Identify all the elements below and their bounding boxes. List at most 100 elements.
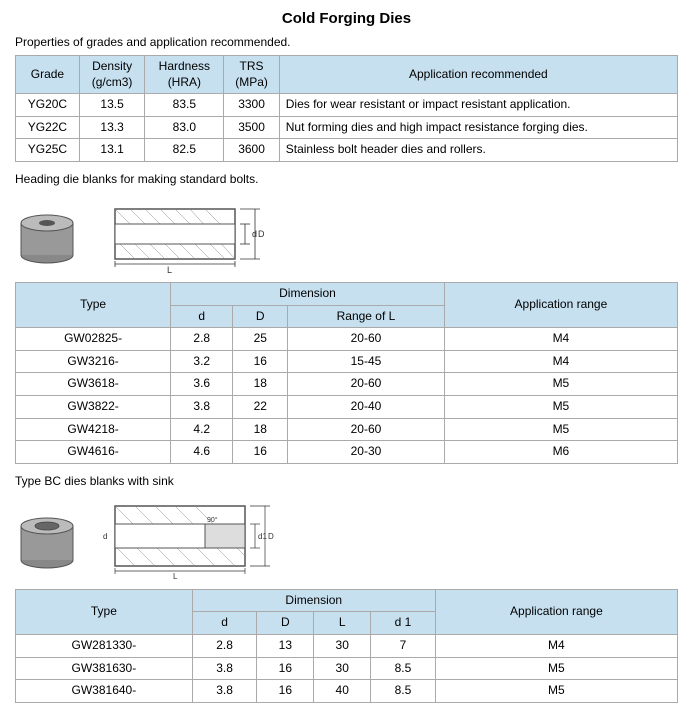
hd-type-header: Type [16,282,171,327]
svg-text:D: D [258,229,265,239]
type-bc-label: Type BC dies blanks with sink [15,474,678,488]
table-cell: 3.2 [171,350,233,373]
table-cell: 30 [314,657,371,680]
grade-col-header: Grade [16,56,80,94]
table-cell: 20-40 [288,395,445,418]
table-cell: 4.2 [171,418,233,441]
table-cell: 18 [233,418,288,441]
table-cell: Dies for wear resistant or impact resist… [279,94,677,117]
cylinder-icon [15,201,80,266]
table-cell: 3.8 [192,657,257,680]
bc-dimension-header: Dimension [192,589,435,612]
table-cell: GW02825- [16,328,171,351]
hd-D-header: D [233,305,288,328]
application-col-header: Application recommended [279,56,677,94]
bc-type-header: Type [16,589,193,634]
table-cell: GW381630- [16,657,193,680]
svg-text:D: D [268,532,274,541]
svg-text:L: L [167,265,172,274]
table-cell: 22 [233,395,288,418]
svg-text:90°: 90° [207,516,218,524]
table-cell: 16 [233,441,288,464]
table-cell: 20-30 [288,441,445,464]
table-cell: M6 [444,441,677,464]
bc-app-range-header: Application range [435,589,677,634]
table-cell: 13.5 [79,94,145,117]
hd-app-range-header: Application range [444,282,677,327]
table-cell: 83.0 [145,116,224,139]
table-cell: M4 [435,634,677,657]
page-title: Cold Forging Dies [15,10,678,27]
table-cell: M5 [444,418,677,441]
table-cell: Stainless bolt header dies and rollers. [279,139,677,162]
table-cell: 2.8 [171,328,233,351]
table-cell: GW4218- [16,418,171,441]
type-bc-diagram: 90° d1 D L d [15,496,678,581]
table-cell: GW381640- [16,680,193,703]
hardness-col-header: Hardness(HRA) [145,56,224,94]
table-cell: 30 [314,634,371,657]
svg-text:d: d [252,229,257,239]
table-cell: 3300 [224,94,279,117]
table-cell: 20-60 [288,373,445,396]
cylinder-sink-icon [15,506,80,571]
table-cell: 13.3 [79,116,145,139]
svg-text:d1: d1 [258,532,267,541]
table-cell: 82.5 [145,139,224,162]
table-cell: 13 [257,634,314,657]
table-cell: YG20C [16,94,80,117]
table-cell: GW3618- [16,373,171,396]
bc-D-header: D [257,612,314,635]
table-cell: YG25C [16,139,80,162]
hd-range-L-header: Range of L [288,305,445,328]
grades-table: Grade Density(g/cm3) Hardness(HRA) TRS(M… [15,55,678,162]
table-cell: M4 [444,350,677,373]
table-cell: M4 [444,328,677,351]
heading-die-drawing: d D L [95,194,275,274]
table-cell: M5 [435,657,677,680]
heading-die-label: Heading die blanks for making standard b… [15,172,678,186]
table-cell: 20-60 [288,418,445,441]
hd-d-header: d [171,305,233,328]
table-cell: 20-60 [288,328,445,351]
table-cell: 2.8 [192,634,257,657]
svg-text:d: d [103,532,107,541]
table-cell: M5 [435,680,677,703]
table-cell: 15-45 [288,350,445,373]
density-col-header: Density(g/cm3) [79,56,145,94]
table-cell: 16 [257,680,314,703]
table-cell: GW3216- [16,350,171,373]
type-bc-drawing: 90° d1 D L d [95,496,295,581]
table-cell: 18 [233,373,288,396]
heading-die-table: Type Dimension Application range d D Ran… [15,282,678,464]
svg-text:L: L [173,572,178,581]
table-cell: 3600 [224,139,279,162]
table-cell: 3.8 [171,395,233,418]
table-cell: YG22C [16,116,80,139]
bc-d-header: d [192,612,257,635]
table-cell: M5 [444,395,677,418]
table-cell: Nut forming dies and high impact resista… [279,116,677,139]
table-cell: 8.5 [371,680,436,703]
intro-text: Properties of grades and application rec… [15,35,678,49]
bc-L-header: L [314,612,371,635]
bc-d1-header: d 1 [371,612,436,635]
hd-dimension-header: Dimension [171,282,445,305]
table-cell: 3.6 [171,373,233,396]
table-cell: M5 [444,373,677,396]
table-cell: 3500 [224,116,279,139]
table-cell: 8.5 [371,657,436,680]
table-cell: GW281330- [16,634,193,657]
table-cell: 40 [314,680,371,703]
table-cell: 3.8 [192,680,257,703]
table-cell: 16 [257,657,314,680]
table-cell: 83.5 [145,94,224,117]
heading-die-diagram: d D L [15,194,678,274]
table-cell: 4.6 [171,441,233,464]
table-cell: GW3822- [16,395,171,418]
table-cell: 7 [371,634,436,657]
table-cell: 25 [233,328,288,351]
table-cell: GW4616- [16,441,171,464]
trs-col-header: TRS(MPa) [224,56,279,94]
table-cell: 16 [233,350,288,373]
